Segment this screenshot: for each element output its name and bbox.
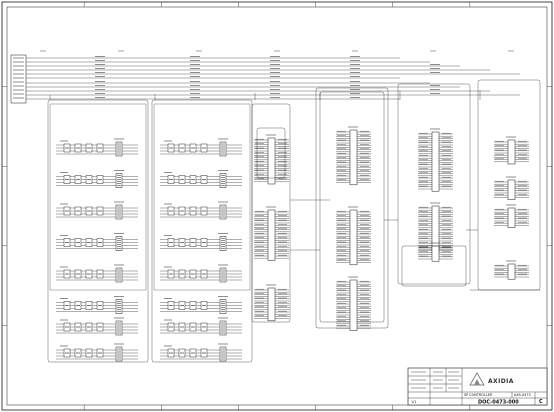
sheet-border-inner [6, 6, 548, 406]
left-column-a-inner [49, 103, 147, 291]
connector-j4a [336, 126, 371, 186]
connector-j5b [418, 202, 453, 253]
title-block-part-number: AXS-0473 [514, 393, 531, 397]
left-column-b-row [160, 343, 242, 362]
connector-j4c [336, 276, 371, 331]
left-column-a-row [56, 317, 138, 336]
left-column-b-row [160, 296, 242, 314]
title-block: AXIDIA SP CONTROLLER AXS-0473 DOC-0473-0… [407, 367, 548, 406]
left-column-a-row [56, 233, 138, 251]
left-column-b-frame [151, 99, 253, 363]
left-column-a-row [56, 170, 138, 188]
left-column-b-inner [153, 103, 251, 291]
connector-j6b [494, 176, 529, 200]
left-column-a-row [56, 138, 138, 157]
left-column-b-row [160, 264, 242, 283]
connector-j3b [254, 206, 289, 261]
connector-body [507, 179, 516, 200]
title-block-doc-number: DOC-0473-000 [478, 400, 519, 406]
left-column-a-row [56, 201, 138, 220]
connector-body [349, 209, 358, 266]
connector-body [507, 207, 516, 228]
connector-body [431, 131, 440, 192]
connector-j4b [336, 206, 371, 266]
connector-body [349, 129, 358, 186]
connector-j3c [254, 284, 289, 322]
title-block-revision: C [539, 399, 543, 405]
left-column-b-row [160, 138, 242, 157]
connector-j6d [494, 260, 529, 280]
connector-body [431, 205, 440, 253]
left-column-a-row [56, 343, 138, 362]
connector-body [267, 209, 276, 261]
left-column-b-row [160, 233, 242, 251]
zone-ticks [2, 2, 552, 410]
logo-text: AXIDIA [488, 378, 514, 385]
left-column-a-row [56, 296, 138, 314]
title-block-title: SP CONTROLLER [464, 393, 493, 397]
connector-body [431, 245, 440, 262]
bus-lines [10, 50, 520, 104]
connector-body [507, 263, 516, 280]
connector-j3a [254, 134, 289, 185]
schematic-sheet: AXIDIA SP CONTROLLER AXS-0473 DOC-0473-0… [1, 1, 553, 411]
connector-body [507, 139, 516, 165]
connector-body [267, 287, 276, 322]
connector-j6a [494, 136, 529, 165]
component-grid-left [47, 99, 253, 363]
title-block-sheet: 1/1 [411, 400, 416, 404]
connector-j6c [494, 204, 529, 228]
left-column-a-row [56, 264, 138, 283]
connector-columns [251, 79, 541, 331]
sheet-border-outer [1, 1, 553, 411]
left-column-b-row [160, 317, 242, 336]
left-column-a-frame [47, 99, 149, 363]
connector-j5a [418, 128, 453, 192]
connector-body [349, 279, 358, 331]
connector-body [267, 137, 276, 185]
left-column-b-row [160, 170, 242, 188]
left-column-b-row [160, 201, 242, 220]
